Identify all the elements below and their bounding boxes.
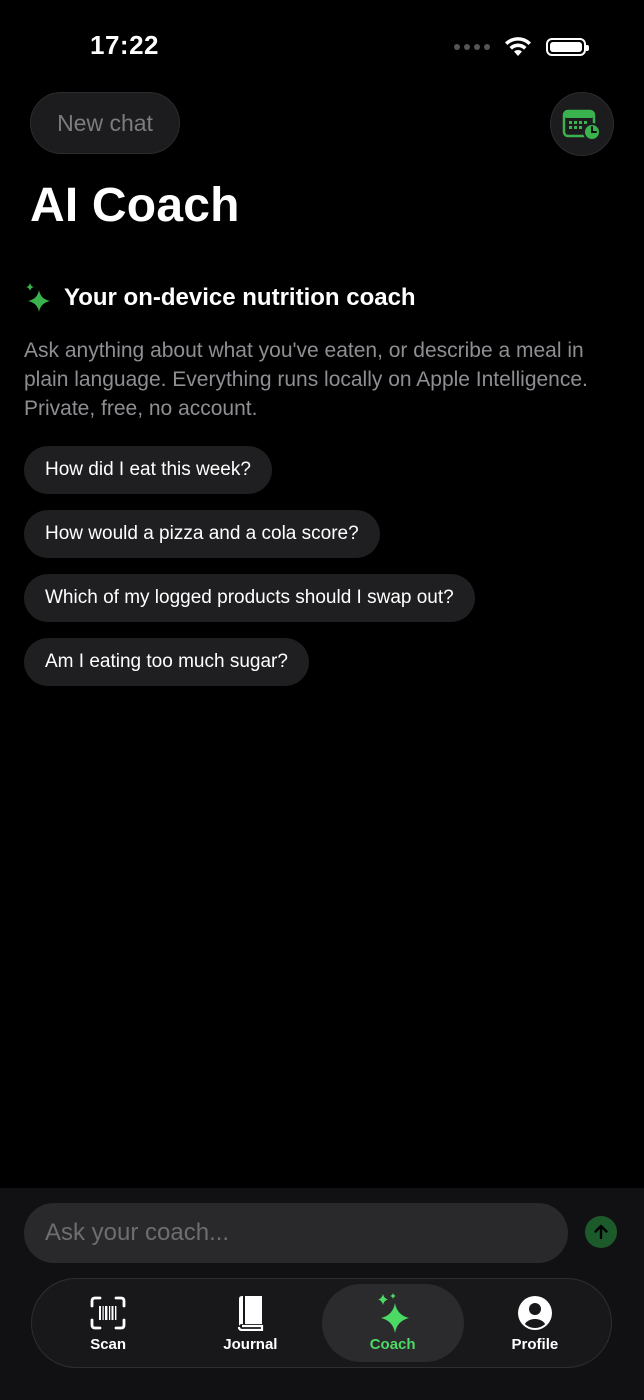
suggestion-chip-sugar[interactable]: Am I eating too much sugar?	[24, 638, 309, 686]
tab-label: Coach	[369, 1335, 416, 1353]
tab-scan[interactable]: Scan	[37, 1284, 179, 1362]
barcode-scan-icon	[90, 1296, 126, 1329]
person-circle-icon	[517, 1295, 552, 1330]
send-button[interactable]	[585, 1216, 617, 1248]
calendar-clock-icon	[562, 109, 601, 141]
tab-label: Profile	[511, 1335, 559, 1353]
tab-coach[interactable]: Coach	[321, 1284, 464, 1362]
sparkles-icon	[377, 1292, 409, 1333]
tab-profile[interactable]: Profile	[464, 1284, 606, 1362]
message-input[interactable]	[24, 1203, 568, 1263]
intro-heading: Your on-device nutrition coach	[64, 284, 416, 311]
composer-area: Scan Journal Coach	[0, 1188, 644, 1400]
new-chat-button[interactable]: New chat	[30, 92, 180, 154]
tab-label: Journal	[223, 1335, 278, 1353]
sparkles-icon	[26, 283, 50, 312]
tab-journal[interactable]: Journal	[179, 1284, 321, 1362]
battery-icon	[546, 38, 589, 56]
suggestion-chip-swap-products[interactable]: Which of my logged products should I swa…	[24, 574, 475, 622]
wifi-icon	[505, 37, 531, 56]
suggestion-list: How did I eat this week? How would a piz…	[24, 446, 475, 686]
status-bar: 17:22	[0, 0, 644, 90]
intro-body: Ask anything about what you've eaten, or…	[24, 339, 588, 420]
status-icons	[454, 36, 589, 58]
tab-bar: Scan Journal Coach Profile	[31, 1278, 612, 1368]
status-time: 17:22	[90, 30, 159, 60]
arrow-up-icon	[594, 1224, 608, 1240]
book-icon	[238, 1295, 264, 1331]
suggestion-chip-pizza-cola[interactable]: How would a pizza and a cola score?	[24, 510, 380, 558]
suggestion-chip-week[interactable]: How did I eat this week?	[24, 446, 272, 494]
page-title: AI Coach	[30, 179, 240, 232]
cellular-signal-icon	[454, 44, 490, 50]
intro-heading-row: Your on-device nutrition coach	[24, 282, 416, 314]
tab-label: Scan	[90, 1335, 127, 1353]
history-button[interactable]	[550, 92, 614, 156]
